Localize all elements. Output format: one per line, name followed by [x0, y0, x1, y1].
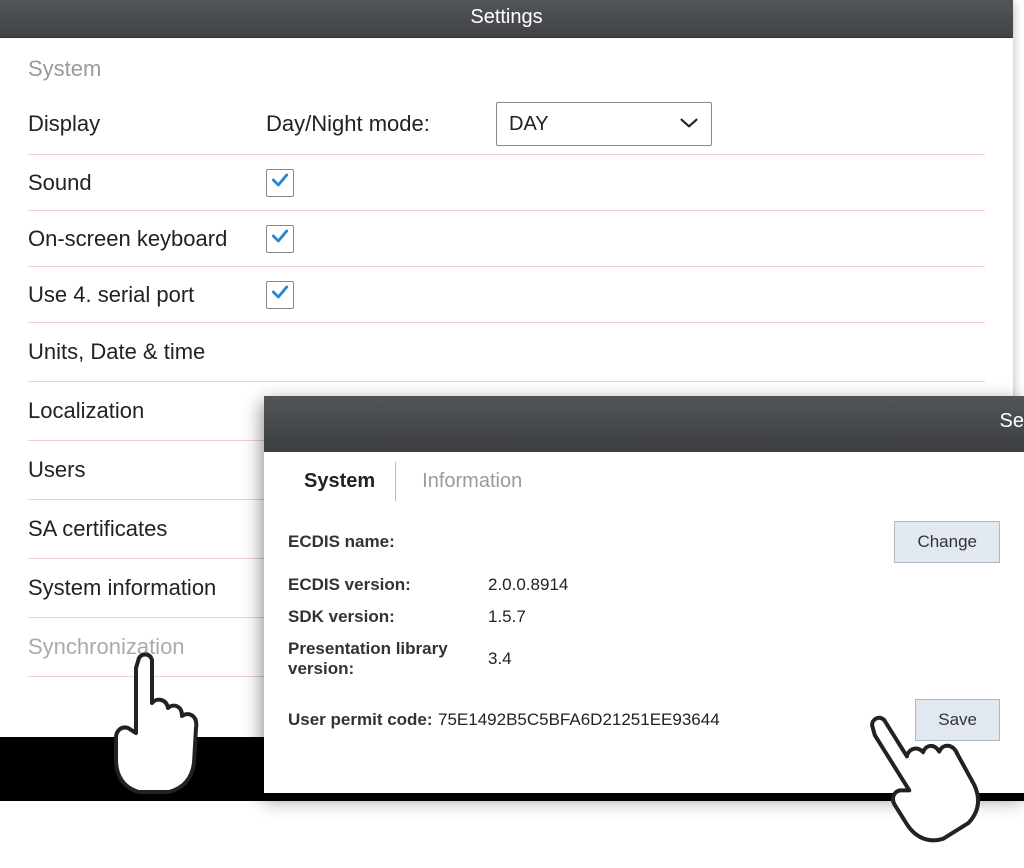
system-info-window: Se System Information ECDIS name: Change… [264, 396, 1024, 793]
change-button[interactable]: Change [894, 521, 1000, 563]
sound-checkbox[interactable] [266, 169, 294, 197]
keyboard-label: On-screen keyboard [28, 226, 266, 252]
serial-checkbox[interactable] [266, 281, 294, 309]
preslib-version-label: Presentation library version: [288, 639, 488, 679]
row-sound: Sound [28, 155, 985, 211]
daynight-value: DAY [509, 113, 549, 136]
daynight-label: Day/Night mode: [266, 111, 496, 137]
ecdis-version-value: 2.0.0.8914 [488, 575, 1000, 595]
tab-system[interactable]: System [284, 462, 396, 501]
ecdis-version-label: ECDIS version: [288, 575, 488, 595]
save-button[interactable]: Save [915, 699, 1000, 741]
permit-value: 75E1492B5C5BFA6D21251EE93644 [438, 710, 915, 730]
row-serial: Use 4. serial port [28, 267, 985, 323]
daynight-select[interactable]: DAY [496, 102, 712, 146]
row-display: Display Day/Night mode: DAY [28, 94, 985, 155]
ecdis-name-label: ECDIS name: [288, 532, 488, 552]
keyboard-checkbox[interactable] [266, 225, 294, 253]
system-info-titlebar: Se [264, 396, 1024, 452]
sound-label: Sound [28, 170, 266, 196]
sdk-version-value: 1.5.7 [488, 607, 1000, 627]
permit-label: User permit code: [288, 710, 438, 730]
section-system: System [28, 56, 985, 82]
nav-units[interactable]: Units, Date & time [28, 323, 985, 382]
system-info-title-partial: Se [1000, 410, 1024, 433]
preslib-version-value: 3.4 [488, 649, 1000, 669]
check-icon [270, 226, 290, 251]
serial-label: Use 4. serial port [28, 282, 266, 308]
sdk-version-label: SDK version: [288, 607, 488, 627]
check-icon [270, 282, 290, 307]
settings-titlebar: Settings [0, 0, 1013, 38]
settings-title: Settings [470, 6, 542, 28]
chevron-down-icon [679, 113, 699, 136]
display-label: Display [28, 111, 266, 137]
check-icon [270, 170, 290, 195]
tabs: System Information [264, 452, 1024, 501]
row-keyboard: On-screen keyboard [28, 211, 985, 267]
tab-information[interactable]: Information [402, 462, 542, 501]
